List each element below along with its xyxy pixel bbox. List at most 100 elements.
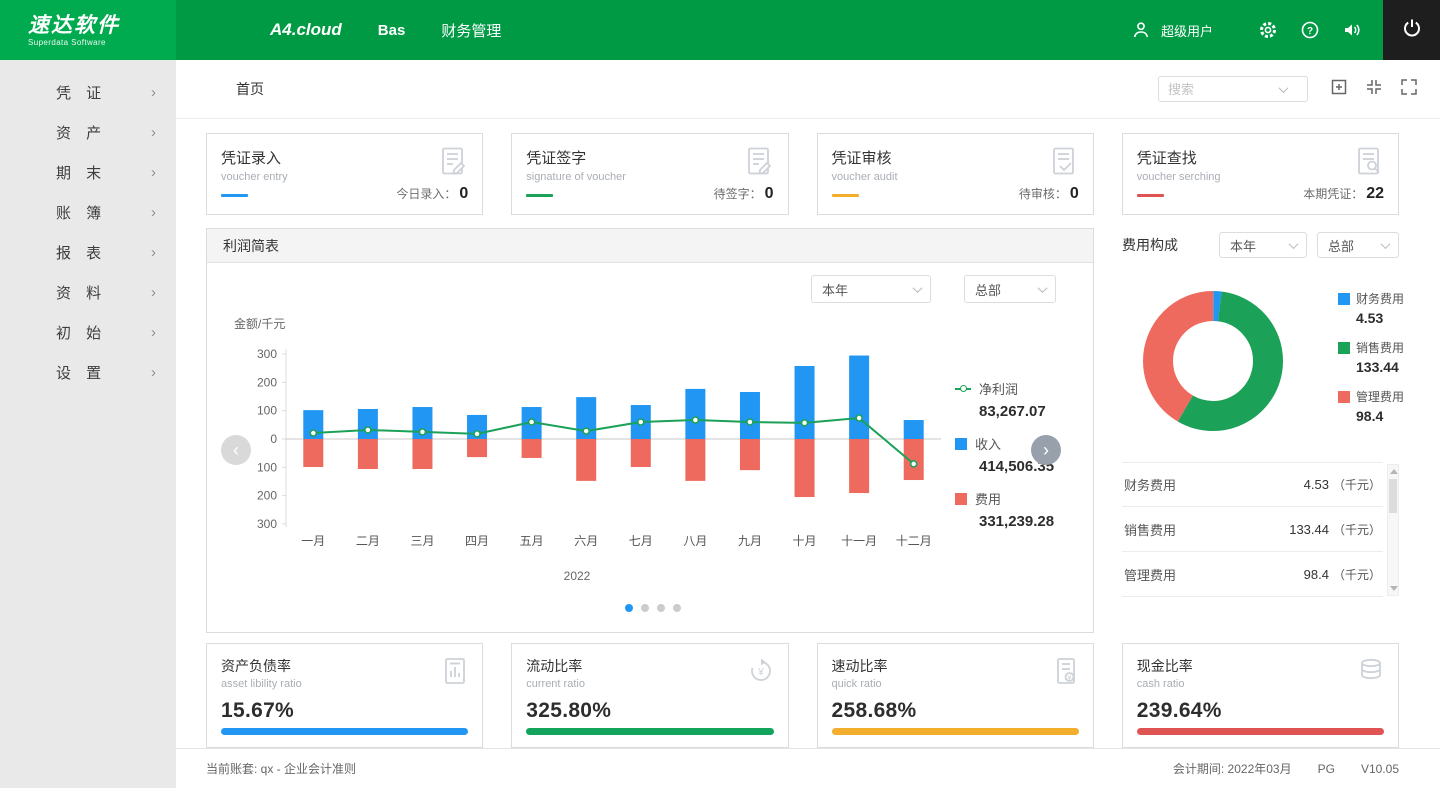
- scroll-up-icon[interactable]: [1390, 469, 1398, 474]
- sidebar-item-label: 初 始: [56, 322, 102, 343]
- row-value: 133.44: [1289, 522, 1329, 537]
- chevron-down-icon: [913, 283, 923, 293]
- row-label: 管理费用: [1124, 565, 1176, 584]
- pagination-dot[interactable]: [673, 604, 681, 612]
- zoom-fit-icon[interactable]: [1330, 78, 1348, 101]
- table-row[interactable]: 财务费用 4.53 （千元）: [1122, 462, 1383, 507]
- legend-value: 4.53: [1356, 310, 1404, 326]
- power-icon: [1400, 16, 1424, 45]
- ratio-card-asset-liability[interactable]: 资产负债率 asset libility ratio 15.67%: [206, 643, 483, 748]
- year-filter-dropdown[interactable]: 本年: [1219, 232, 1307, 258]
- middle-row: 利润简表 本年 总部 金额/千元 3002001000100200300一月二月…: [206, 228, 1399, 633]
- search-input[interactable]: [1168, 82, 1280, 97]
- chevron-down-icon: [1289, 239, 1299, 249]
- scrollbar[interactable]: [1387, 464, 1399, 596]
- ratio-title: 资产负债率: [221, 656, 468, 676]
- sidebar-item-base-data[interactable]: 资 料›: [0, 272, 176, 312]
- pagination-dot[interactable]: [625, 604, 633, 612]
- chevron-down-icon[interactable]: [1279, 83, 1289, 93]
- sidebar-item-voucher[interactable]: 凭 证›: [0, 72, 176, 112]
- voucher-sign-icon: [744, 146, 774, 181]
- refresh-circle-icon: ¥: [746, 656, 776, 691]
- org-filter-dropdown[interactable]: 总部: [1317, 232, 1399, 258]
- chevron-right-icon: ›: [151, 324, 156, 341]
- gear-icon[interactable]: [1257, 19, 1279, 41]
- nav-item-a4cloud[interactable]: A4.cloud: [270, 20, 342, 40]
- status-bar: 当前账套: qx - 企业会计准则 会计期间: 2022年03月 PG V10.…: [176, 748, 1440, 788]
- panel-header: 利润简表: [207, 229, 1093, 263]
- panel-title: 费用构成: [1122, 235, 1178, 255]
- nav-item-finance[interactable]: 财务管理: [441, 20, 501, 41]
- user-name: 超级用户: [1161, 21, 1213, 40]
- year-filter-dropdown[interactable]: 本年: [811, 275, 931, 303]
- exit-fullscreen-icon[interactable]: [1365, 78, 1383, 101]
- kpi-stat-value: 0: [765, 185, 774, 203]
- user-menu[interactable]: 超级用户: [1130, 19, 1213, 41]
- fullscreen-icon[interactable]: [1400, 78, 1418, 101]
- svg-text:七月: 七月: [629, 534, 653, 548]
- row-unit: （千元）: [1333, 521, 1381, 538]
- voucher-entry-icon: [438, 146, 468, 181]
- kpi-subtitle: voucher entry: [221, 171, 468, 183]
- pagination-dot[interactable]: [657, 604, 665, 612]
- svg-text:十月: 十月: [793, 534, 817, 548]
- ratio-subtitle: cash ratio: [1137, 678, 1384, 690]
- tabbar-tools: [1158, 76, 1418, 102]
- scroll-down-icon[interactable]: [1390, 586, 1398, 591]
- help-icon[interactable]: ?: [1299, 19, 1321, 41]
- legend-label: 管理费用: [1356, 388, 1404, 405]
- sidebar-item-reports[interactable]: 报 表›: [0, 232, 176, 272]
- kpi-accent-bar: [1137, 194, 1164, 197]
- legend-entry-expense: 费用 331,239.28: [955, 489, 1054, 530]
- kpi-stat-label: 待签字：: [714, 185, 762, 202]
- app-logo[interactable]: 速达软件 Superdata Software: [0, 0, 176, 60]
- panel-title: 利润简表: [223, 236, 279, 256]
- expense-table: 财务费用 4.53 （千元） 销售费用 133.44 （千元）: [1122, 462, 1383, 597]
- kpi-stat-label: 待审核：: [1019, 185, 1067, 202]
- expense-donut-chart: [1138, 286, 1288, 436]
- kpi-card-voucher-sign[interactable]: 凭证签字 signature of voucher 待签字： 0: [511, 133, 788, 215]
- ratio-title: 现金比率: [1137, 656, 1384, 676]
- sidebar-item-period-end[interactable]: 期 末›: [0, 152, 176, 192]
- tab-home[interactable]: 首页: [236, 79, 264, 99]
- table-row[interactable]: 销售费用 133.44 （千元）: [1122, 507, 1383, 552]
- row-value: 98.4: [1304, 567, 1329, 582]
- sidebar-item-account-books[interactable]: 账 簿›: [0, 192, 176, 232]
- svg-text:300: 300: [257, 517, 277, 531]
- kpi-card-voucher-search[interactable]: 凭证查找 voucher serching 本期凭证： 22: [1122, 133, 1399, 215]
- top-nav: A4.cloud Bas 财务管理: [270, 20, 501, 41]
- version-label: V10.05: [1361, 762, 1399, 776]
- nav-item-bas[interactable]: Bas: [378, 22, 406, 39]
- chevron-right-icon: ›: [151, 364, 156, 381]
- power-button[interactable]: [1383, 0, 1440, 60]
- sidebar-item-settings[interactable]: 设 置›: [0, 352, 176, 392]
- speaker-icon[interactable]: [1341, 19, 1363, 41]
- pagination-dot[interactable]: [641, 604, 649, 612]
- legend-label: 费用: [975, 489, 1001, 508]
- ratio-bar: [1137, 728, 1384, 735]
- sidebar-item-assets[interactable]: 资 产›: [0, 112, 176, 152]
- carousel-pagination: [207, 604, 1099, 612]
- legend-label: 净利润: [979, 379, 1018, 398]
- svg-text:¥: ¥: [757, 667, 764, 678]
- voucher-search-icon: [1354, 146, 1384, 181]
- svg-text:五月: 五月: [520, 534, 544, 548]
- scrollbar-thumb[interactable]: [1389, 479, 1397, 513]
- carousel-next-button[interactable]: ›: [1031, 435, 1061, 465]
- table-row[interactable]: 管理费用 98.4 （千元）: [1122, 552, 1383, 597]
- sidebar-item-initial[interactable]: 初 始 ›: [0, 312, 176, 352]
- search-combobox[interactable]: [1158, 76, 1308, 102]
- ratio-card-current[interactable]: 流动比率 current ratio 325.80% ¥: [511, 643, 788, 748]
- chevron-right-icon: ›: [151, 204, 156, 221]
- bill-icon: ¥: [1051, 656, 1081, 691]
- ratio-card-cash[interactable]: 现金比率 cash ratio 239.64%: [1122, 643, 1399, 748]
- carousel-prev-button[interactable]: ‹: [221, 435, 251, 465]
- org-filter-dropdown[interactable]: 总部: [964, 275, 1056, 303]
- kpi-card-voucher-audit[interactable]: 凭证审核 voucher audit 待审核： 0: [817, 133, 1094, 215]
- accounting-period-label: 会计期间: 2022年03月: [1173, 760, 1292, 777]
- svg-text:三月: 三月: [410, 534, 434, 548]
- ratio-bar: [526, 728, 773, 735]
- svg-text:十一月: 十一月: [841, 534, 877, 548]
- ratio-card-quick[interactable]: 速动比率 quick ratio 258.68% ¥: [817, 643, 1094, 748]
- kpi-card-voucher-entry[interactable]: 凭证录入 voucher entry 今日录入： 0: [206, 133, 483, 215]
